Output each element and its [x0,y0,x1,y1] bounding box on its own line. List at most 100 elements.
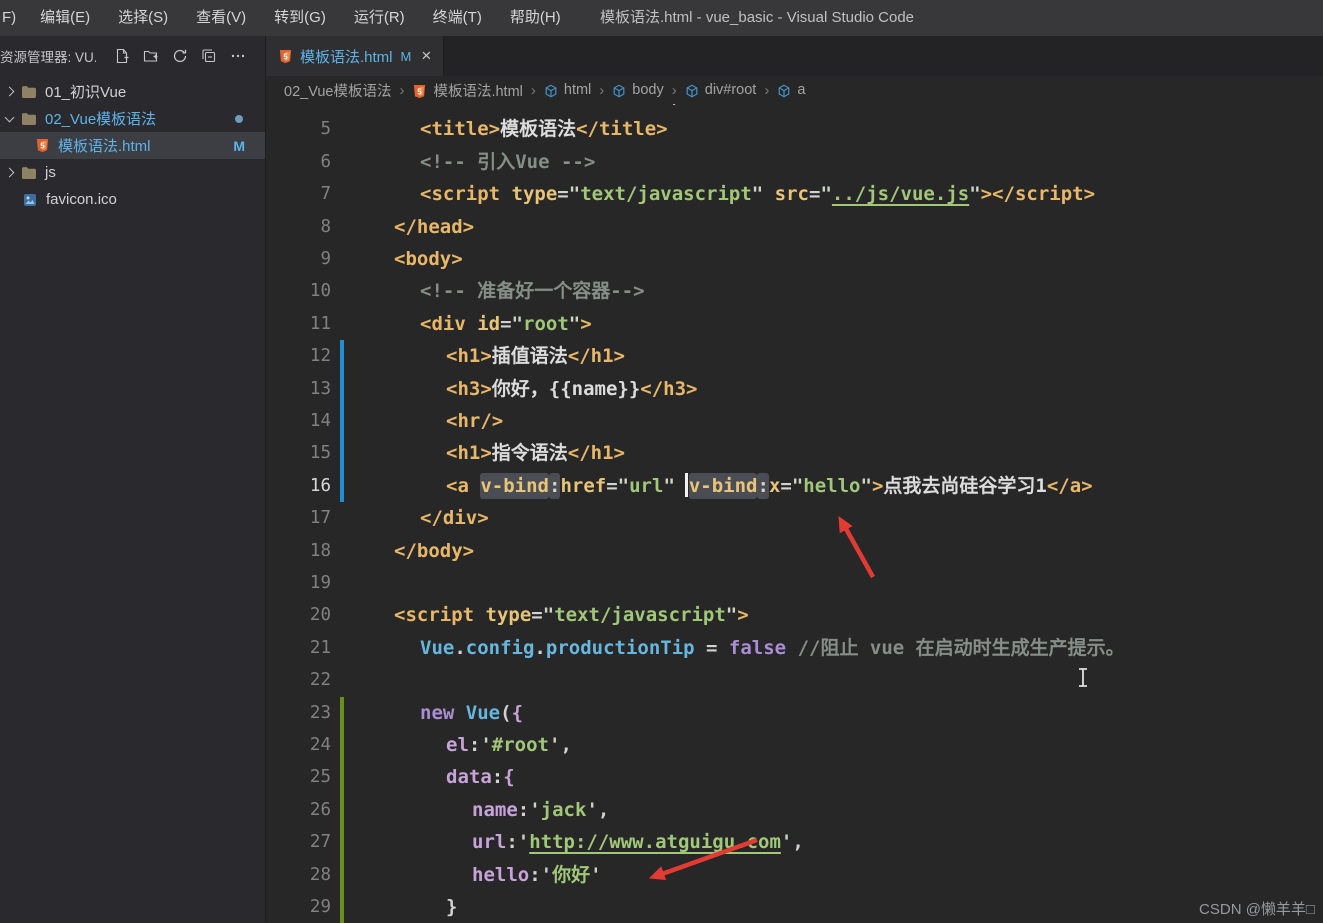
menu-item-1[interactable]: 编辑(E) [26,0,104,36]
code-line-18[interactable]: 18</body> [266,535,1323,567]
menu-item-5[interactable]: 运行(R) [340,0,419,36]
chevron-right-icon[interactable] [5,168,15,178]
code-line-5[interactable]: 5<title>模板语法</title> [266,113,1323,145]
line-number: 15 [266,437,331,470]
vscode-window: F)编辑(E)选择(S)查看(V)转到(G)运行(R)终端(T)帮助(H) 模板… [0,0,1323,923]
folder-icon [20,166,38,180]
code-line-13[interactable]: 13<h3>你好，{{name}}</h3> [266,373,1323,405]
gutter-added-indicator [340,891,344,923]
menu-item-0[interactable]: F) [2,0,26,36]
more-actions-icon[interactable] [229,47,247,65]
menu-bar: F)编辑(E)选择(S)查看(V)转到(G)运行(R)终端(T)帮助(H) [0,0,575,36]
breadcrumb-separator: › [531,82,536,99]
code-line-24[interactable]: 24el:'#root', [266,729,1323,761]
code-line-19[interactable]: 19 [266,567,1323,599]
code-line-text: } [446,891,457,923]
code-line-text: <title>模板语法</title> [420,113,668,146]
code-line-27[interactable]: 27url:'http://www.atguigu.com', [266,826,1323,858]
tree-item-1[interactable]: 02_Vue模板语法 [0,105,265,132]
code-line-16[interactable]: 16<a v-bind:href="url" v-bind:x="hello">… [266,470,1323,502]
tree-item-label: 02_Vue模板语法 [45,108,156,129]
gutter-added-indicator [340,761,344,793]
code-line-9[interactable]: 9<body> [266,243,1323,275]
code-line-8[interactable]: 8</head> [266,211,1323,243]
line-number: 18 [266,535,331,568]
breadcrumb-item-4[interactable]: div#root [685,82,757,98]
line-number: 9 [266,243,331,276]
line-number: 24 [266,729,331,762]
tree-item-3[interactable]: js [0,159,265,186]
explorer-header-title: 资源管理器: VU... [0,46,96,66]
menu-item-2[interactable]: 选择(S) [104,0,182,36]
code-line-text: </head> [394,211,474,244]
code-line-text: new Vue({ [420,697,523,730]
refresh-icon[interactable] [171,47,189,65]
breadcrumb-label: 模板语法.html [433,80,522,101]
tree-item-2[interactable]: 5模板语法.htmlM [0,132,265,159]
breadcrumb-item-0[interactable]: 02_Vue模板语法 [284,80,391,101]
line-number: 23 [266,697,331,730]
tree-item-0[interactable]: 01_初识Vue [0,78,265,105]
breadcrumb-item-5[interactable]: a [777,82,805,98]
code-line-20[interactable]: 20<script type="text/javascript"> [266,599,1323,631]
code-line-14[interactable]: 14<hr/> [266,405,1323,437]
gutter-added-indicator [340,859,344,891]
code-line-text: <hr/> [446,405,503,438]
new-folder-icon[interactable] [142,47,160,65]
code-line-22[interactable]: 22 [266,664,1323,696]
code-line-17[interactable]: 17</div> [266,502,1323,534]
watermark: CSDN @懒羊羊□ [1199,898,1315,919]
breadcrumb: 02_Vue模板语法›5模板语法.html›html›body›div#root… [266,76,1323,104]
line-number: 11 [266,308,331,341]
tree-item-label: favicon.ico [46,191,117,208]
chevron-down-icon[interactable] [5,112,15,122]
breadcrumb-separator: › [672,82,677,99]
gutter-modified-indicator [340,405,344,437]
menu-item-4[interactable]: 转到(G) [260,0,340,36]
tab-modified-badge: M [401,49,412,64]
chevron-right-icon[interactable] [5,87,15,97]
code-editor[interactable]: 4<meta charset="UTF-8" />5<title>模板语法</t… [266,81,1323,923]
code-line-25[interactable]: 25data:{ [266,761,1323,793]
tree-item-label: 01_初识Vue [45,81,126,102]
close-icon[interactable]: × [421,46,431,66]
code-line-29[interactable]: 29} [266,891,1323,923]
code-line-10[interactable]: 10<!-- 准备好一个容器--> [266,275,1323,307]
symbol-cube-icon [612,84,626,98]
code-line-15[interactable]: 15<h1>指令语法</h1> [266,437,1323,469]
breadcrumb-item-1[interactable]: 5模板语法.html [412,80,522,101]
title-bar: F)编辑(E)选择(S)查看(V)转到(G)运行(R)终端(T)帮助(H) 模板… [0,0,1323,36]
gutter-modified-indicator [340,437,344,469]
gutter-added-indicator [340,826,344,858]
code-line-7[interactable]: 7<script type="text/javascript" src="../… [266,178,1323,210]
git-modified-badge: M [233,138,245,154]
menu-item-7[interactable]: 帮助(H) [496,0,575,36]
tree-item-label: js [45,164,56,181]
code-line-28[interactable]: 28hello:'你好' [266,859,1323,891]
breadcrumb-item-2[interactable]: html [544,82,591,98]
breadcrumb-separator: › [399,82,404,99]
code-line-12[interactable]: 12<h1>插值语法</h1> [266,340,1323,372]
symbol-cube-icon [777,84,791,98]
new-file-icon[interactable] [113,47,131,65]
code-line-11[interactable]: 11<div id="root"> [266,308,1323,340]
code-line-26[interactable]: 26name:'jack', [266,794,1323,826]
code-line-text: Vue.config.productionTip = false //阻止 vu… [420,632,1125,665]
breadcrumb-label: 02_Vue模板语法 [284,80,391,101]
breadcrumb-item-3[interactable]: body [612,82,663,98]
menu-item-3[interactable]: 查看(V) [182,0,260,36]
code-line-23[interactable]: 23 new Vue({ [266,697,1323,729]
code-line-6[interactable]: 6<!-- 引入Vue --> [266,146,1323,178]
tab-template-syntax[interactable]: 5 模板语法.html M × [266,36,444,76]
line-number: 19 [266,567,331,600]
tree-item-4[interactable]: favicon.ico [0,186,265,213]
line-number: 17 [266,502,331,535]
folder-icon [20,85,38,99]
line-number: 29 [266,891,331,923]
code-line-text: url:'http://www.atguigu.com', [472,826,804,859]
code-line-text: <!-- 准备好一个容器--> [420,275,645,308]
code-line-21[interactable]: 21Vue.config.productionTip = false //阻止 … [266,632,1323,664]
menu-item-6[interactable]: 终端(T) [419,0,496,36]
collapse-folders-icon[interactable] [200,47,218,65]
editor-area: 4<meta charset="UTF-8" />5<title>模板语法</t… [266,36,1323,923]
